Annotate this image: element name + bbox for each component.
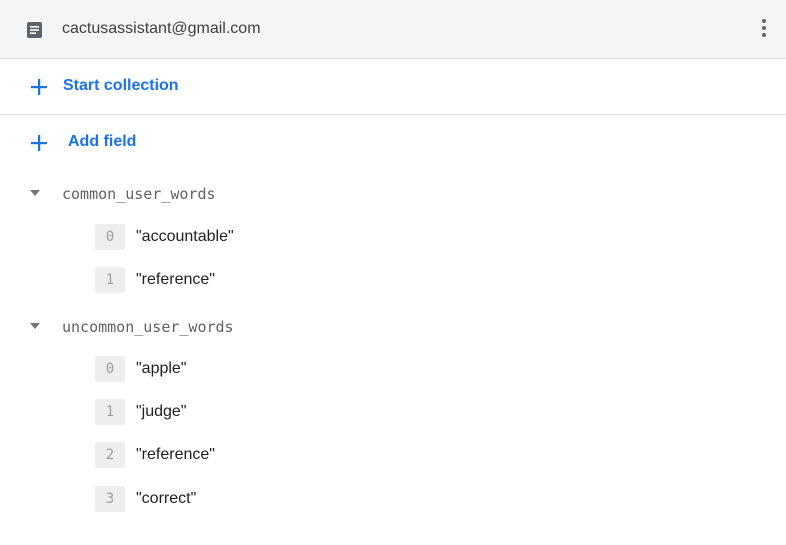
- array-index-badge: 1: [95, 267, 125, 293]
- array-index-badge: 0: [95, 356, 125, 382]
- array-item[interactable]: 1 "reference": [0, 266, 786, 294]
- array-index-badge: 0: [95, 224, 125, 250]
- array-item-value: "correct": [136, 490, 197, 507]
- array-item-value: "reference": [136, 446, 215, 463]
- firestore-document-panel: cactusassistant@gmail.com Start collecti…: [0, 0, 786, 545]
- document-title: cactusassistant@gmail.com: [62, 20, 261, 37]
- plus-icon: [31, 135, 47, 151]
- array-item-value: "accountable": [136, 228, 234, 245]
- caret-down-icon[interactable]: [30, 323, 40, 329]
- array-item[interactable]: 0 "apple": [0, 355, 786, 383]
- more-vert-dots: [762, 19, 766, 37]
- document-icon: [27, 22, 42, 38]
- field-name: uncommon_user_words: [62, 318, 234, 336]
- field-row-common-user-words[interactable]: common_user_words: [0, 180, 786, 208]
- array-item[interactable]: 0 "accountable": [0, 223, 786, 251]
- field-name: common_user_words: [62, 185, 216, 203]
- start-collection-button[interactable]: Start collection: [0, 59, 786, 115]
- array-item[interactable]: 2 "reference": [0, 441, 786, 469]
- array-item-value: "apple": [136, 360, 187, 377]
- caret-down-icon[interactable]: [30, 190, 40, 196]
- field-row-uncommon-user-words[interactable]: uncommon_user_words: [0, 313, 786, 341]
- array-index-badge: 3: [95, 486, 125, 512]
- array-item-value: "judge": [136, 403, 187, 420]
- array-index-badge: 2: [95, 442, 125, 468]
- more-vert-icon[interactable]: [752, 15, 776, 41]
- array-index-badge: 1: [95, 399, 125, 425]
- plus-icon: [31, 79, 47, 95]
- array-item[interactable]: 1 "judge": [0, 398, 786, 426]
- document-header: cactusassistant@gmail.com: [0, 0, 786, 59]
- array-item[interactable]: 3 "correct": [0, 485, 786, 513]
- array-item-value: "reference": [136, 271, 215, 288]
- add-field-label: Add field: [68, 133, 137, 150]
- add-field-button[interactable]: Add field: [0, 115, 786, 171]
- start-collection-label: Start collection: [63, 77, 179, 94]
